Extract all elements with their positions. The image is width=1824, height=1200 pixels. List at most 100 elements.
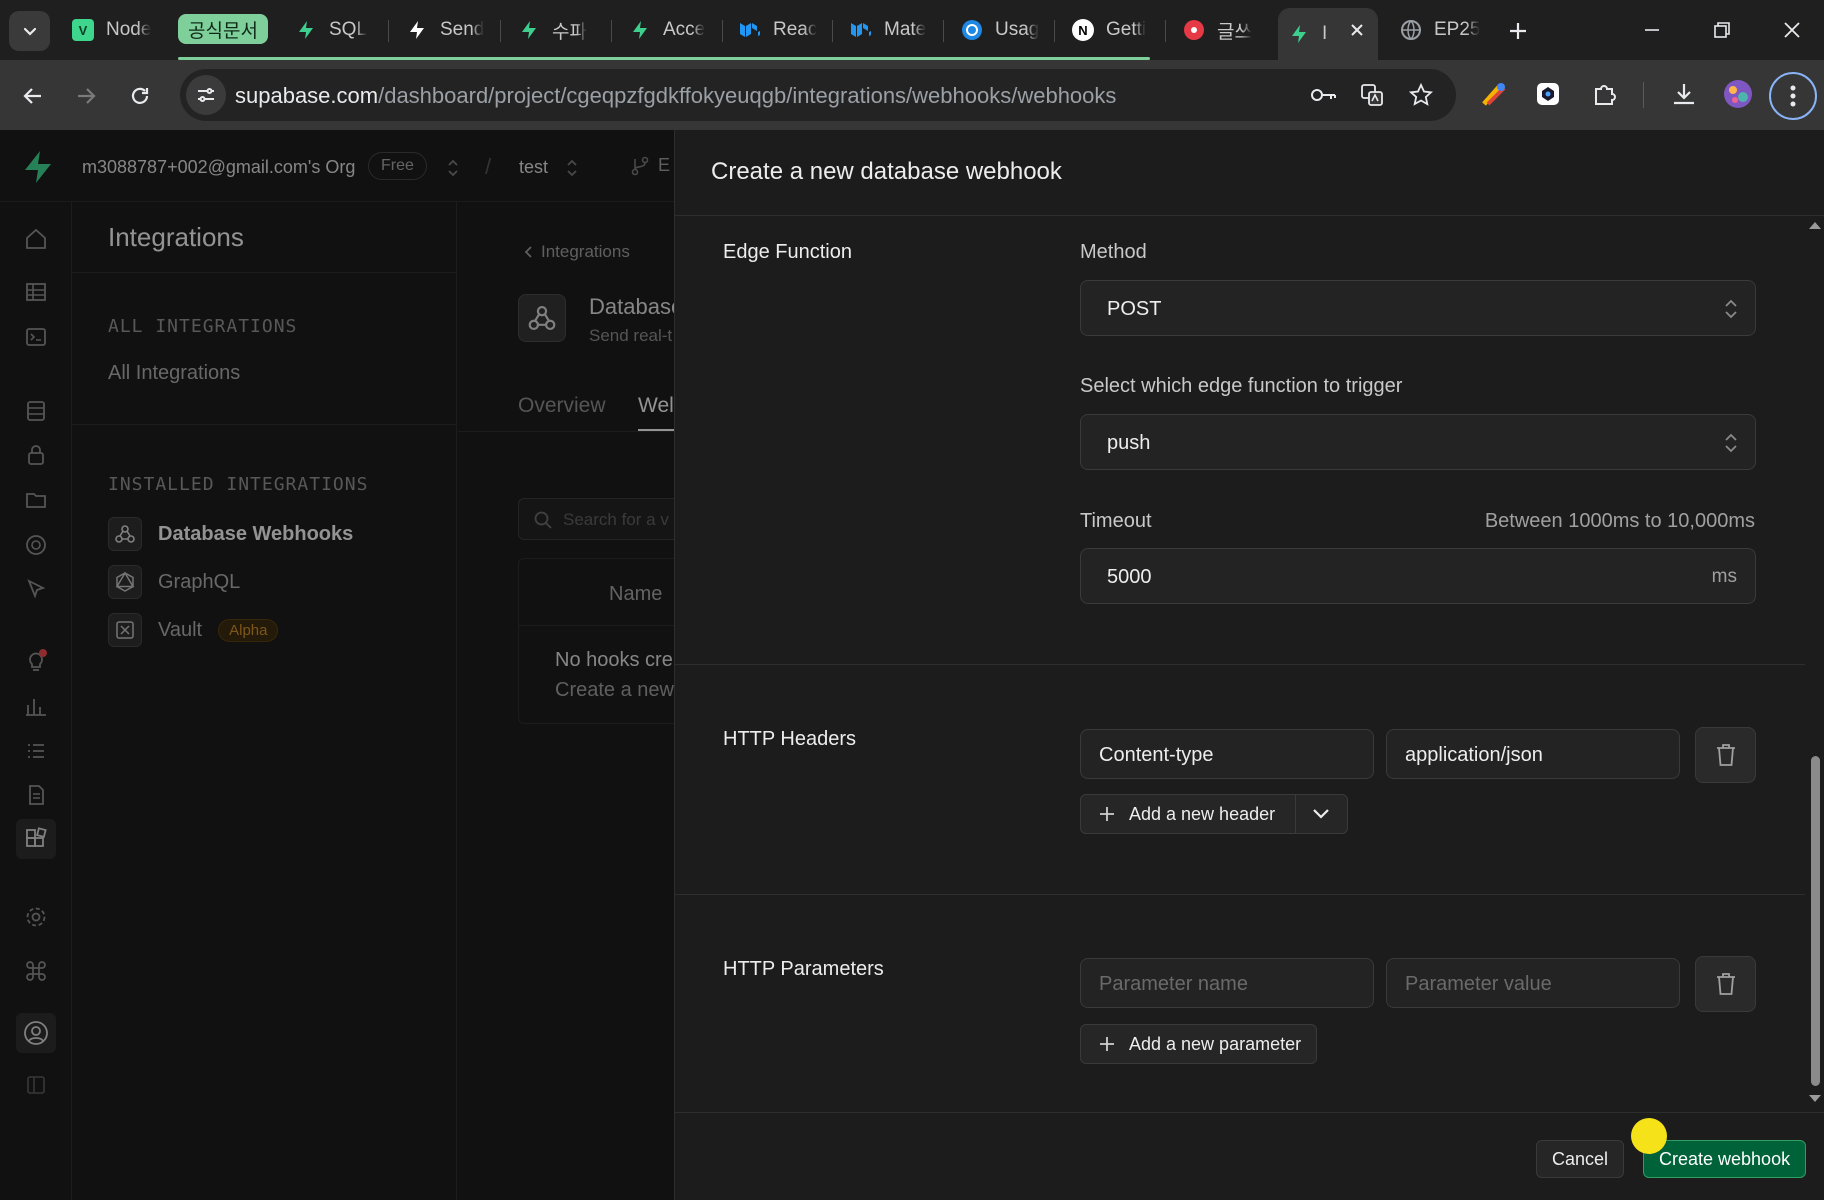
parameter-name-input[interactable]: Parameter name <box>1080 958 1374 1008</box>
reload-icon <box>131 87 149 104</box>
chevron-down-icon <box>1312 809 1329 819</box>
browser-tab[interactable]: Send <box>396 8 498 52</box>
restore-button[interactable] <box>1694 8 1750 52</box>
scroll-down-arrow-icon <box>1809 1095 1821 1102</box>
browser-menu-button[interactable] <box>1769 72 1817 120</box>
arrow-left-icon <box>23 88 41 104</box>
tab-separator <box>1054 20 1055 42</box>
plus-icon <box>1510 23 1526 39</box>
parameter-name-placeholder: Parameter name <box>1099 973 1248 995</box>
timeout-value: 5000 <box>1107 566 1152 588</box>
timeout-hint: Between 1000ms to 10,000ms <box>1484 510 1755 532</box>
sheet-title: Create a new database webhook <box>711 158 1062 185</box>
trash-icon <box>1716 973 1735 995</box>
edge-function-select[interactable]: push <box>1080 414 1756 470</box>
header-options-dropdown[interactable] <box>1295 795 1345 833</box>
header-name-input[interactable]: Content-type <box>1080 729 1374 779</box>
close-tab-icon[interactable] <box>1348 21 1366 39</box>
tab-title: Usag <box>995 19 1040 40</box>
method-label: Method <box>1080 241 1147 263</box>
extensions-puzzle-icon[interactable] <box>1586 76 1622 112</box>
openai-icon <box>961 19 983 41</box>
create-webhook-sheet: Create a new database webhook Edge Funct… <box>674 130 1824 1200</box>
browser-tab-active[interactable]: I <box>1278 8 1378 60</box>
parameter-value-input[interactable]: Parameter value <box>1386 958 1680 1008</box>
timeout-label: Timeout <box>1080 510 1152 532</box>
supabase-bolt-icon <box>1288 23 1310 45</box>
tab-separator <box>943 20 944 42</box>
scrollbar-thumb[interactable] <box>1811 756 1820 1086</box>
url-text: supabase.com/dashboard/project/cgeqpzfgd… <box>235 83 1116 109</box>
timeout-unit: ms <box>1711 566 1737 587</box>
v-icon: V <box>72 19 94 41</box>
tune-icon <box>198 88 214 102</box>
browser-tab[interactable]: 글쓰 <box>1173 8 1275 52</box>
tab-group-chip[interactable]: 공식문서 <box>178 14 268 44</box>
address-bar[interactable]: supabase.com/dashboard/project/cgeqpzfgd… <box>180 69 1456 121</box>
browser-tab[interactable]: SQL <box>285 8 385 52</box>
minimize-button[interactable] <box>1624 8 1680 52</box>
tab-separator <box>722 20 723 42</box>
star-icon[interactable] <box>1406 80 1436 110</box>
tab-title: Getti <box>1106 19 1147 40</box>
tab-search-button[interactable] <box>9 11 50 51</box>
header-name-value: Content-type <box>1099 744 1214 766</box>
screen: V Node 공식문서 SQL Send 수파 Acce Reac Mate U… <box>0 0 1824 1200</box>
trash-icon <box>1716 744 1735 766</box>
browser-tab[interactable]: 수파 <box>508 8 610 52</box>
chevron-down-icon <box>23 27 36 36</box>
back-button[interactable] <box>13 76 53 116</box>
browser-tab[interactable]: N Getti <box>1062 8 1164 52</box>
browser-tab[interactable]: Acce <box>619 8 721 52</box>
reload-button[interactable] <box>120 76 160 116</box>
create-webhook-button[interactable]: Create webhook <box>1643 1140 1807 1178</box>
profile-avatar-icon[interactable] <box>1720 76 1756 112</box>
plus-icon <box>1097 1034 1117 1054</box>
browser-tab[interactable]: Mate <box>840 8 942 52</box>
cancel-button[interactable]: Cancel <box>1536 1140 1625 1178</box>
add-header-button[interactable]: Add a new header <box>1080 794 1348 834</box>
browser-tab[interactable]: EP25 <box>1390 8 1492 52</box>
bolt-icon <box>406 19 428 41</box>
tab-separator <box>388 20 389 42</box>
new-tab-button[interactable] <box>1500 13 1536 49</box>
supabase-bolt-icon <box>295 19 317 41</box>
sheet-scrollbar[interactable] <box>1805 216 1824 1112</box>
click-indicator <box>1631 1118 1667 1154</box>
download-icon[interactable] <box>1666 76 1702 112</box>
minimize-icon <box>1645 29 1659 31</box>
site-info-button[interactable] <box>186 75 226 115</box>
tab-title: I <box>1322 23 1328 44</box>
next-icon: N <box>1072 19 1094 41</box>
tab-separator <box>500 20 501 42</box>
tab-separator <box>832 20 833 42</box>
http-parameters-section-label: HTTP Parameters <box>723 958 884 980</box>
add-header-label: Add a new header <box>1129 803 1276 824</box>
header-value-input[interactable]: application/json <box>1386 729 1680 779</box>
browser-tab[interactable]: Reac <box>729 8 831 52</box>
add-parameter-button[interactable]: Add a new parameter <box>1080 1024 1317 1064</box>
chevrons-up-down-icon <box>1725 299 1737 319</box>
tab-title: Acce <box>663 19 706 40</box>
arrow-right-icon <box>78 88 96 104</box>
close-window-button[interactable] <box>1764 8 1820 52</box>
supabase-bolt-icon <box>629 19 651 41</box>
method-select[interactable]: POST <box>1080 280 1756 336</box>
browser-tab[interactable]: Usag <box>951 8 1053 52</box>
color-picker-extension-icon[interactable] <box>1476 76 1512 112</box>
timeout-input[interactable]: 5000 ms <box>1080 548 1756 604</box>
browser-tab[interactable]: V Node <box>62 8 158 52</box>
mui-icon <box>850 19 872 41</box>
header-value-value: application/json <box>1405 744 1543 766</box>
shield-extension-icon[interactable] <box>1530 76 1566 112</box>
tab-title: Mate <box>884 19 927 40</box>
translate-icon[interactable] <box>1357 80 1387 110</box>
browser-toolbar: supabase.com/dashboard/project/cgeqpzfgd… <box>0 60 1824 130</box>
delete-header-button[interactable] <box>1695 727 1756 783</box>
http-headers-section-label: HTTP Headers <box>723 728 857 750</box>
password-key-icon[interactable] <box>1309 80 1339 110</box>
forward-button[interactable] <box>66 76 106 116</box>
tab-title: Reac <box>773 19 818 40</box>
section-divider <box>675 894 1805 895</box>
delete-parameter-button[interactable] <box>1695 956 1756 1012</box>
